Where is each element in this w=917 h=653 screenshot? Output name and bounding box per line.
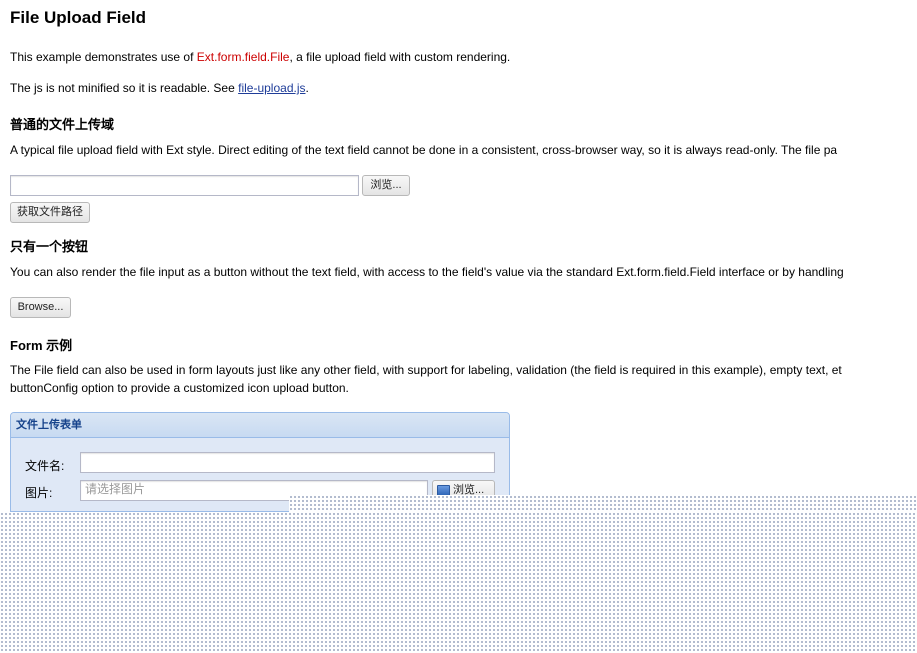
- image-browse-label: 浏览...: [453, 484, 485, 496]
- section2-description: You can also render the file input as a …: [10, 265, 844, 279]
- section1-description: A typical file upload field with Ext sty…: [10, 143, 838, 157]
- source-link[interactable]: file-upload.js: [238, 81, 305, 95]
- section3-description-line1: The File field can also be used in form …: [10, 363, 842, 377]
- image-browse-button[interactable]: 浏览...: [432, 480, 495, 501]
- file-path-field[interactable]: [10, 175, 359, 196]
- image-label: 图片:: [25, 486, 53, 500]
- intro-highlight: Ext.form.field.File: [196, 50, 290, 64]
- panel-title: 文件上传表单: [11, 413, 509, 438]
- js-note: The js is not minified so it is readable…: [10, 79, 309, 97]
- filename-label: 文件名:: [25, 459, 65, 473]
- upload-form-panel: 文件上传表单 文件名: 图片: 请选择图片 浏览...: [10, 412, 510, 512]
- intro-text: This example demonstrates use of Ext.for…: [10, 48, 510, 66]
- js-note-suffix: .: [305, 81, 309, 95]
- browse-only-button[interactable]: Browse...: [10, 297, 71, 318]
- filename-input[interactable]: [80, 452, 495, 473]
- image-path-input[interactable]: 请选择图片: [80, 480, 428, 501]
- loading-mask: [0, 0, 917, 653]
- page-title: File Upload Field: [10, 8, 147, 27]
- browse-button[interactable]: 浏览...: [362, 175, 410, 196]
- section1-heading: 普通的文件上传域: [10, 117, 115, 132]
- section3-heading: Form 示例: [10, 338, 73, 353]
- get-file-path-button[interactable]: 获取文件路径: [10, 202, 90, 223]
- section3-description-line2: buttonConfig option to provide a customi…: [10, 381, 349, 395]
- intro-suffix: , a file upload field with custom render…: [289, 50, 511, 64]
- intro-prefix: This example demonstrates use of: [10, 50, 197, 64]
- section2-heading: 只有一个按钮: [10, 239, 89, 254]
- upload-icon: [437, 484, 450, 496]
- js-note-prefix: The js is not minified so it is readable…: [10, 81, 239, 95]
